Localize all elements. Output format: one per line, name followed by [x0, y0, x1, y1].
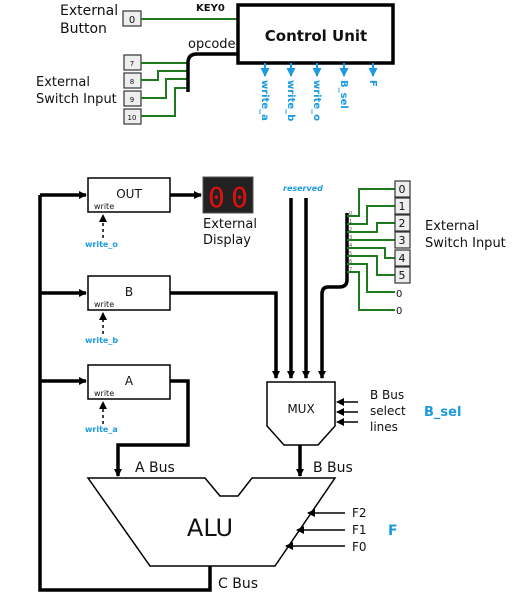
select-lines-label: B Bus: [370, 388, 404, 402]
opcode-switch-10[interactable]: 10: [123, 108, 142, 125]
svg-text:write: write: [94, 389, 114, 398]
register-b: B write: [87, 275, 171, 311]
key0-label: KEY0: [196, 3, 225, 14]
mux-label: MUX: [287, 402, 314, 416]
data-switch-1[interactable]: 1: [394, 197, 411, 215]
svg-text:4: 4: [349, 243, 352, 249]
svg-text:4: 4: [399, 252, 406, 265]
display-label-2: Display: [203, 233, 251, 248]
signal-f: F: [367, 80, 378, 87]
f2-label: F2: [352, 506, 367, 520]
svg-text:2: 2: [399, 217, 406, 230]
display-label: External: [203, 217, 257, 232]
opcode-switch-label: External: [36, 75, 90, 90]
data-switch-3[interactable]: 3: [394, 231, 411, 249]
constant-0: 0: [396, 289, 402, 300]
svg-text:6: 6: [349, 259, 352, 265]
data-switch-0[interactable]: 0: [394, 180, 411, 198]
svg-text:write: write: [94, 202, 114, 211]
a-bus-label: A Bus: [135, 460, 175, 476]
svg-text:OUT: OUT: [116, 187, 142, 201]
opcode-switch-8[interactable]: 8: [123, 72, 142, 89]
svg-text:7: 7: [349, 267, 352, 273]
external-button-label-2: Button: [60, 21, 107, 37]
svg-text:write: write: [94, 300, 114, 309]
svg-text:3: 3: [349, 235, 352, 241]
opcode-switch-7[interactable]: 7: [123, 54, 142, 71]
svg-text:1: 1: [399, 200, 406, 213]
c-bus-label: C Bus: [218, 576, 258, 592]
data-switch-5[interactable]: 5: [394, 266, 411, 284]
svg-text:5: 5: [399, 269, 406, 282]
constant-0-b: 0: [396, 306, 402, 317]
reserved-label: reserved: [283, 184, 323, 193]
signal-write-o: write_o: [311, 80, 322, 121]
data-switch-4[interactable]: 4: [394, 249, 411, 267]
opcode-label: opcode: [188, 37, 236, 52]
f1-label: F1: [352, 523, 367, 537]
b-bus-label: B Bus: [313, 460, 353, 476]
svg-text:9: 9: [130, 96, 134, 104]
svg-text:A: A: [125, 374, 134, 388]
svg-text:3: 3: [399, 234, 406, 247]
svg-text:0: 0: [129, 15, 135, 26]
svg-text:7: 7: [130, 60, 134, 68]
svg-text:5: 5: [349, 251, 352, 257]
svg-text:8: 8: [130, 78, 134, 86]
signal-write-a: write_a: [259, 80, 270, 121]
svg-text:1: 1: [349, 219, 352, 225]
key0-button[interactable]: 0: [122, 10, 142, 27]
data-switch-label-2: Switch Input: [425, 236, 506, 251]
control-outputs: [260, 63, 378, 77]
write-a-label: write_a: [85, 425, 118, 434]
cpu-diagram: External Button 0 KEY0 External Switch I…: [36, 3, 506, 592]
svg-text:B: B: [125, 285, 133, 299]
svg-text:2: 2: [349, 227, 352, 233]
signal-b-sel: B_sel: [338, 80, 349, 109]
seven-segment-display: 00: [202, 176, 254, 214]
register-out: OUT write: [87, 177, 171, 213]
f-signal-label: F: [388, 523, 398, 539]
b-sel-label: B_sel: [424, 405, 461, 420]
alu-label: ALU: [187, 514, 233, 542]
opcode-switch-9[interactable]: 9: [123, 90, 142, 107]
control-unit-title: Control Unit: [265, 27, 367, 45]
opcode-switch-label-2: Switch Input: [36, 92, 117, 107]
f0-label: F0: [352, 540, 367, 554]
select-lines-label-3: lines: [370, 420, 398, 434]
external-button-label: External: [60, 3, 118, 19]
register-a: A write: [87, 364, 171, 400]
svg-text:0: 0: [399, 183, 406, 196]
write-b-label: write_b: [85, 336, 118, 345]
svg-text:0: 0: [349, 211, 352, 217]
select-lines-label-2: select: [370, 404, 406, 418]
write-o-label: write_o: [85, 240, 118, 249]
signal-write-b: write_b: [285, 80, 296, 121]
data-switch-label: External: [425, 219, 479, 234]
data-switch-2[interactable]: 2: [394, 214, 411, 232]
svg-text:10: 10: [128, 114, 137, 122]
